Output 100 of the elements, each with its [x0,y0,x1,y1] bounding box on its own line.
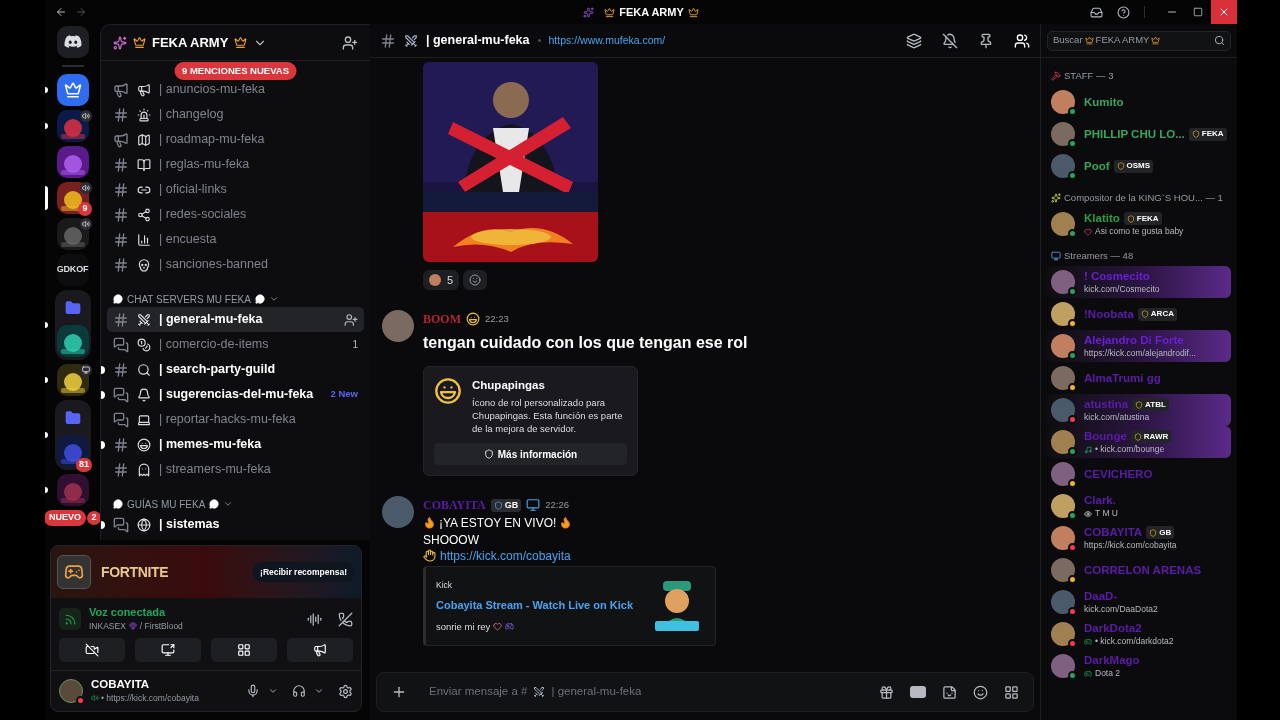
status-indicator [1068,171,1077,180]
pin-icon[interactable] [978,32,994,49]
server-icon[interactable] [56,74,89,106]
channel-item[interactable]: | sugerencias-del-mu-feka 2 New [107,382,364,407]
inbox-icon[interactable] [1090,5,1103,19]
tag-label: RAWR [1143,430,1169,443]
mentions-pill[interactable]: 9 MENCIONES NUEVAS [174,62,297,81]
member-item[interactable]: DarkDota2 • kick.com/darkdota2 [1047,618,1231,650]
member-item[interactable]: Clark. T M U [1047,490,1231,522]
home-button[interactable] [56,26,89,58]
back-icon[interactable] [55,6,67,18]
username[interactable]: COBAYITA [91,677,238,692]
member-item[interactable]: Kumito [1047,86,1231,118]
member-item[interactable]: !Noobata ARCA [1047,298,1231,330]
server-item[interactable]: NUEVO 2 [45,510,100,526]
member-item[interactable]: PHILLIP CHU LO... FEKA [1047,118,1231,150]
channel-item[interactable]: | oficial-links [107,177,364,202]
bell-off-icon[interactable] [942,32,958,49]
server-icon[interactable] [56,364,89,396]
voice-channel[interactable]: / FirstBlood [139,619,183,633]
headphones-icon[interactable] [292,684,306,698]
server-folder[interactable] [54,290,91,360]
microphone-icon[interactable] [246,684,260,698]
server-icon[interactable]: GDKOF [56,254,89,286]
channel-item[interactable]: | reportar-hacks-mu-feka [107,407,364,432]
channel-item[interactable]: | sanciones-banned [107,252,364,277]
activity-text: kick.com/DaaDota2 [1084,604,1158,615]
message-link[interactable]: https://kick.com/cobayita [440,546,571,565]
channel-item[interactable]: | streamers-mu-feka [107,457,364,482]
member-item[interactable]: Alejandro Di Forte https://kick.com/alejandrodif... [1047,330,1231,362]
avatar [1051,270,1075,294]
channel-item[interactable]: | changelog [107,102,364,127]
camera-off-button[interactable] [59,638,125,662]
search-field[interactable]: Buscar FEKA ARMY [1047,30,1231,51]
member-name: Clark. [1084,493,1116,508]
crown-icon [687,6,699,18]
soundboard-button[interactable] [287,638,353,662]
category-header[interactable]: CHAT SERVERS MU FEKA [101,291,370,307]
channel-item[interactable]: | general-mu-feka [107,307,364,332]
channel-item[interactable]: | reglas-mu-feka [107,152,364,177]
member-item[interactable]: Klatito FEKA Asi como te gusta baby [1047,208,1231,240]
add-attachment-icon[interactable] [391,684,407,700]
server-item[interactable]: 9 [45,182,100,214]
channel-item[interactable]: | sistemas [107,512,364,537]
channel-item[interactable]: | memes-mu-feka [107,432,364,457]
member-item[interactable]: Poof OSMS [1047,150,1231,182]
member-item[interactable]: COBAYITA GB https://kick.com/cobayita [1047,522,1231,554]
shield-icon [1191,130,1200,138]
member-item[interactable]: Bounge RAWR • kick.com/bounge [1047,426,1231,458]
unread-indicator [101,440,105,449]
server-icon[interactable] [56,435,89,467]
screen-share-button[interactable] [135,638,201,662]
status-indicator [1068,319,1077,328]
hash-icon [113,156,129,173]
invite-icon[interactable] [342,34,358,51]
emoji-icon[interactable] [973,684,988,700]
gift-icon[interactable] [879,684,894,700]
speech-bubble-icon [113,294,123,304]
embed-title[interactable]: Cobayita Stream - Watch Live on Kick [436,597,641,614]
members-icon[interactable] [1014,32,1030,49]
channel-item[interactable]: | comercio-de-items 1 [107,332,364,357]
more-info-button[interactable]: Más información [434,443,627,466]
noise-suppression-icon[interactable] [307,611,322,627]
message-text: SHOOOW [423,532,480,548]
server-name[interactable]: FEKA ARMY [152,32,229,53]
claim-reward-button[interactable]: ¡Recibir recompensa! [252,561,355,583]
avatar[interactable] [382,496,414,529]
voice-server[interactable]: INKASEX [89,619,126,633]
member-item[interactable]: DarkMago Dota 2 [1047,650,1231,682]
channel-item[interactable]: | encuesta [107,227,364,252]
server-icon[interactable] [56,325,89,357]
reaction[interactable]: 5 [423,270,460,290]
server-folder[interactable] [54,400,91,470]
status-indicator [1068,543,1077,552]
message-text: ¡YA ESTOY EN VIVO! [439,514,557,532]
avatar[interactable] [382,310,414,342]
activities-button[interactable] [211,638,277,662]
server-item[interactable]: GDKOF [45,254,100,286]
voice-status[interactable]: Voz conectada [89,605,299,620]
settings-icon[interactable] [338,683,353,699]
avatar[interactable] [59,679,83,703]
notification-badge: 2 [87,510,100,525]
channel-item[interactable]: | redes-sociales [107,202,364,227]
channel-item[interactable]: | search-party-guild [107,357,364,382]
channel-topic-link[interactable]: https://www.mufeka.com/ [548,32,666,49]
disconnect-icon[interactable] [338,611,353,627]
add-reaction-button[interactable] [463,270,488,290]
server-item[interactable]: 81 [45,400,100,470]
apps-icon[interactable] [1004,684,1019,700]
help-icon[interactable] [1117,5,1130,19]
activity-text: • kick.com/darkdota2 [1095,636,1174,647]
sticker-icon[interactable] [942,684,957,700]
member-item[interactable]: atustina ATBL kick.com/atustina [1047,394,1231,426]
message-field[interactable]: Enviar mensaje a # | general-mu-feka [376,672,1034,712]
grid-icon [237,643,251,657]
channel-item[interactable]: | roadmap-mu-feka [107,127,364,152]
member-item[interactable]: ! Cosmecito kick.com/Cosmecito [1047,266,1231,298]
category-header[interactable]: GUÍAS MU FEKA [101,496,370,512]
screen-share-icon [161,643,175,657]
member-item[interactable]: DaaD- kick.com/DaaDota2 [1047,586,1231,618]
